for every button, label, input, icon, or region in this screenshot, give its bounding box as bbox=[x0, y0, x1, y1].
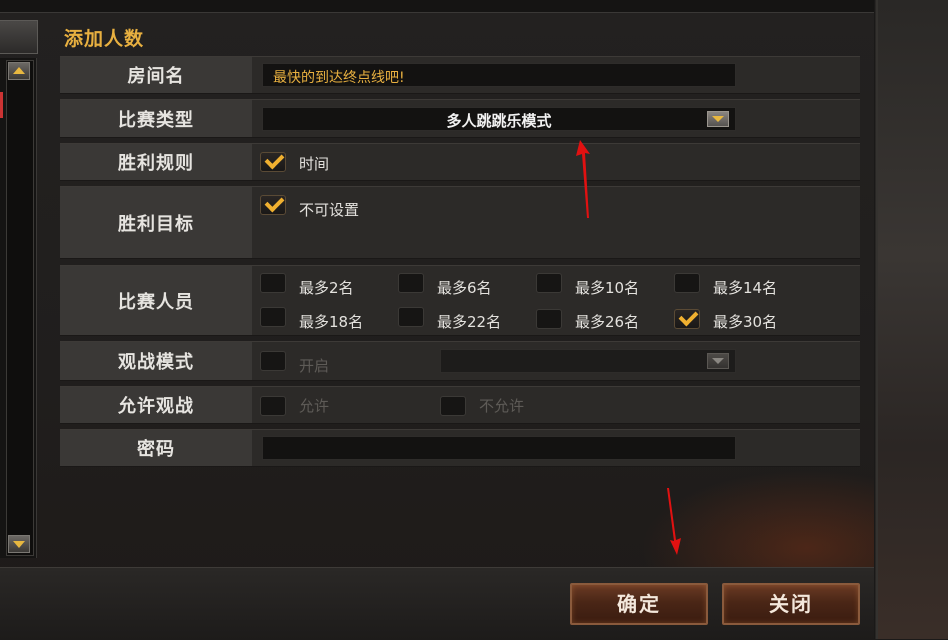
win-target-option: 不可设置 bbox=[299, 201, 360, 219]
spectate-mode-dropdown-button[interactable] bbox=[707, 353, 729, 369]
match-type-select[interactable]: 多人跳跳乐模式 bbox=[262, 107, 736, 131]
top-strip bbox=[0, 0, 878, 13]
players-option-label: 最多6名 bbox=[437, 279, 492, 297]
spectate-mode-checkbox[interactable] bbox=[260, 351, 286, 371]
players-option-label: 最多26名 bbox=[575, 313, 640, 331]
match-type-dropdown-button[interactable] bbox=[707, 111, 729, 127]
chevron-down-icon bbox=[712, 116, 724, 122]
arrow-up-icon bbox=[13, 67, 25, 74]
spectate-mode-label: 观战模式 bbox=[60, 342, 252, 380]
checkmark-icon bbox=[264, 192, 285, 213]
allow-spectate-label: 允许观战 bbox=[60, 387, 252, 423]
spectate-mode-select[interactable] bbox=[440, 349, 736, 373]
players-option-label: 最多14名 bbox=[713, 279, 778, 297]
players-option-checkbox-selected[interactable] bbox=[674, 306, 700, 329]
row-password: 密码 bbox=[60, 429, 860, 467]
win-rule-label: 胜利规则 bbox=[60, 144, 252, 180]
players-option-label: 最多18名 bbox=[299, 313, 364, 331]
players-option-checkbox[interactable] bbox=[674, 273, 700, 293]
players-option-label: 最多2名 bbox=[299, 279, 354, 297]
checkmark-icon bbox=[264, 149, 285, 170]
side-tab[interactable] bbox=[0, 20, 38, 54]
win-target-label: 胜利目标 bbox=[60, 187, 252, 258]
allow-spectate-option: 允许 bbox=[299, 397, 330, 415]
room-name-value: 最快的到达终点线吧! bbox=[273, 70, 405, 86]
win-rule-checkbox[interactable] bbox=[260, 149, 286, 172]
arrow-down-icon bbox=[13, 541, 25, 548]
allow-spectate-checkbox[interactable] bbox=[260, 396, 286, 416]
section-title: 添加人数 bbox=[64, 28, 145, 50]
row-room-name: 房间名 最快的到达终点线吧! bbox=[60, 56, 860, 94]
players-option-checkbox[interactable] bbox=[536, 273, 562, 293]
players-option-label: 最多10名 bbox=[575, 279, 640, 297]
annotation-arrow-up bbox=[574, 140, 598, 220]
spectate-mode-option: 开启 bbox=[299, 357, 330, 375]
disallow-spectate-option: 不允许 bbox=[479, 397, 525, 415]
scroll-up-button[interactable] bbox=[8, 62, 30, 80]
players-option-label: 最多30名 bbox=[713, 313, 778, 331]
confirm-button[interactable]: 确定 bbox=[570, 583, 708, 625]
scroll-down-button[interactable] bbox=[8, 535, 30, 553]
win-target-checkbox[interactable] bbox=[260, 192, 286, 215]
scrollbar-track[interactable] bbox=[6, 60, 34, 556]
row-win-rule: 胜利规则 时间 bbox=[60, 143, 860, 181]
row-match-type: 比赛类型 多人跳跳乐模式 bbox=[60, 99, 860, 138]
close-button[interactable]: 关闭 bbox=[722, 583, 860, 625]
match-type-value: 多人跳跳乐模式 bbox=[446, 112, 552, 130]
players-option-checkbox[interactable] bbox=[536, 309, 562, 329]
room-name-input[interactable]: 最快的到达终点线吧! bbox=[262, 63, 736, 87]
row-allow-spectate: 允许观战 允许 不允许 bbox=[60, 386, 860, 424]
room-settings-dialog: 添加人数 房间名 最快的到达终点线吧! 比赛类型 多人跳跳乐模式 胜利规则 时间… bbox=[0, 0, 878, 640]
disallow-spectate-checkbox[interactable] bbox=[440, 396, 466, 416]
row-players: 比赛人员 最多2名 最多6名 最多10名 最多14名 最多18名 最多22名 最… bbox=[60, 265, 860, 336]
row-win-target: 胜利目标 不可设置 bbox=[60, 186, 860, 259]
password-input[interactable] bbox=[262, 436, 736, 460]
players-label: 比赛人员 bbox=[60, 266, 252, 335]
win-rule-option: 时间 bbox=[299, 155, 330, 173]
chevron-down-icon bbox=[712, 358, 724, 364]
checkmark-icon bbox=[678, 306, 699, 327]
room-name-label: 房间名 bbox=[60, 57, 252, 93]
row-spectate-mode: 观战模式 开启 bbox=[60, 341, 860, 381]
annotation-arrow-down bbox=[664, 488, 688, 556]
background-area bbox=[878, 0, 948, 639]
password-label: 密码 bbox=[60, 430, 252, 466]
players-option-checkbox[interactable] bbox=[260, 273, 286, 293]
players-option-checkbox[interactable] bbox=[398, 307, 424, 327]
players-option-checkbox[interactable] bbox=[398, 273, 424, 293]
players-option-checkbox[interactable] bbox=[260, 307, 286, 327]
match-type-label: 比赛类型 bbox=[60, 100, 252, 137]
list-selection-marker bbox=[0, 92, 3, 118]
players-option-label: 最多22名 bbox=[437, 313, 502, 331]
